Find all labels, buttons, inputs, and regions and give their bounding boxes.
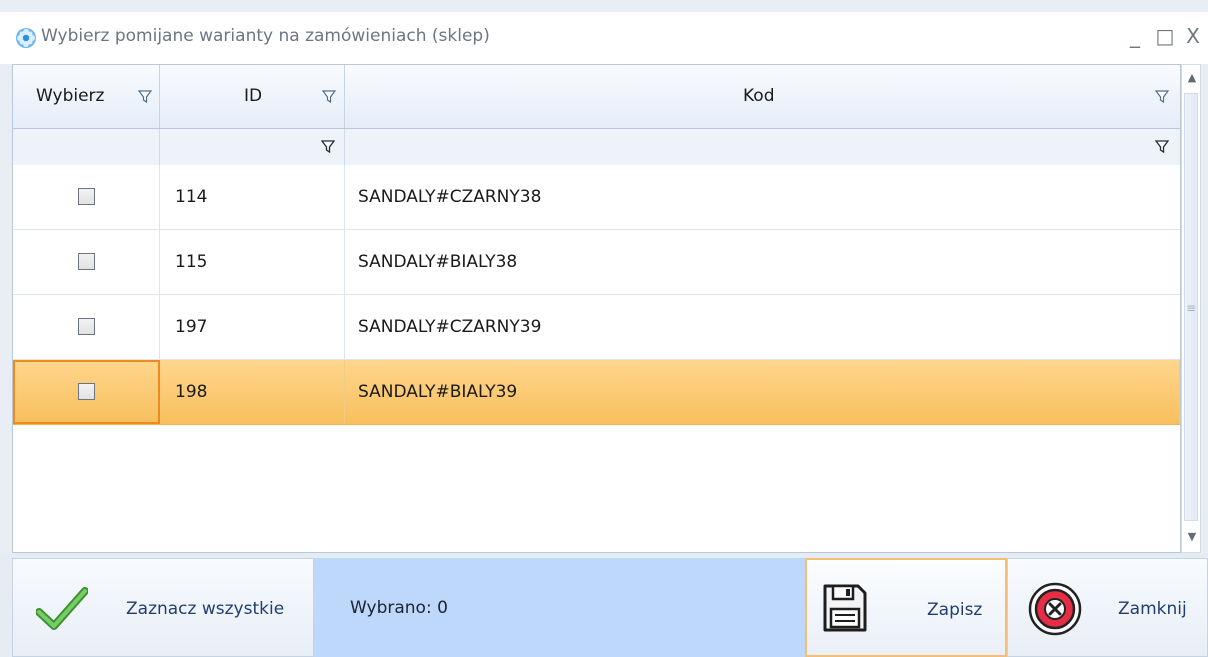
selection-status: Wybrano: 0	[314, 558, 805, 657]
flower-app-icon	[16, 28, 36, 48]
table-row[interactable]: 115 SANDALY#BIALY38	[13, 230, 1180, 295]
scroll-down-arrow-icon[interactable]: ▼	[1186, 530, 1198, 543]
grip-icon: ≡	[1186, 301, 1197, 315]
row-checkbox[interactable]	[78, 383, 95, 400]
row-checkbox[interactable]	[78, 188, 95, 205]
column-label-kod: Kod	[743, 86, 775, 106]
dialog-window: Wybierz pomijane warianty na zamówieniac…	[0, 0, 1208, 657]
close-circle-icon	[1028, 582, 1082, 636]
filter-icon[interactable]	[322, 90, 336, 104]
row-kod: SANDALY#CZARNY38	[358, 187, 542, 207]
row-id: 115	[160, 230, 345, 294]
column-header-kod[interactable]: Kod	[345, 65, 1180, 128]
title-bar: Wybierz pomijane warianty na zamówieniac…	[0, 12, 1208, 64]
save-label: Zapisz	[927, 600, 983, 620]
select-all-button[interactable]: Zaznacz wszystkie	[12, 558, 314, 657]
close-label: Zamknij	[1118, 599, 1187, 619]
footer-bar: Zaznacz wszystkie Wybrano: 0 Zapisz Zamk…	[0, 553, 1208, 657]
column-label-wybierz: Wybierz	[36, 86, 105, 106]
row-checkbox-cell[interactable]	[13, 295, 160, 359]
row-checkbox[interactable]	[78, 318, 95, 335]
grid-header: Wybierz ID Kod	[13, 65, 1180, 129]
variants-grid: Wybierz ID Kod 114 SANDALY#CZARNY38 115 …	[12, 64, 1181, 553]
filter-row	[13, 129, 1180, 166]
row-id: 198	[160, 360, 345, 424]
save-button[interactable]: Zapisz	[805, 558, 1007, 657]
filter-cell-id[interactable]	[160, 129, 345, 165]
row-id: 114	[160, 165, 345, 229]
row-id: 197	[160, 295, 345, 359]
checkmark-icon	[36, 587, 88, 630]
window-title: Wybierz pomijane warianty na zamówieniac…	[41, 26, 490, 46]
row-checkbox-cell[interactable]	[13, 230, 160, 294]
selected-count-text: Wybrano: 0	[350, 598, 448, 618]
filter-icon[interactable]	[1155, 90, 1169, 104]
row-kod: SANDALY#CZARNY39	[358, 317, 542, 337]
filter-icon[interactable]	[138, 90, 152, 104]
maximize-button[interactable]: □	[1154, 25, 1176, 47]
scroll-thumb[interactable]: ≡	[1184, 93, 1198, 521]
row-checkbox-cell[interactable]	[13, 165, 160, 229]
scroll-up-arrow-icon[interactable]: ▲	[1186, 71, 1198, 84]
table-row-selected[interactable]: 198 SANDALY#BIALY39	[13, 360, 1180, 425]
filter-cell-kod[interactable]	[345, 129, 1180, 165]
close-window-button[interactable]: X	[1182, 25, 1204, 47]
row-checkbox[interactable]	[78, 253, 95, 270]
select-all-label: Zaznacz wszystkie	[126, 599, 285, 619]
column-header-wybierz[interactable]: Wybierz	[13, 65, 160, 128]
filter-cell-wybierz[interactable]	[13, 129, 160, 165]
close-button[interactable]: Zamknij	[1007, 558, 1208, 657]
row-kod: SANDALY#BIALY38	[358, 252, 518, 272]
minimize-button[interactable]: _	[1124, 25, 1146, 47]
column-header-id[interactable]: ID	[160, 65, 345, 128]
row-kod: SANDALY#BIALY39	[345, 360, 1180, 424]
filter-icon[interactable]	[321, 140, 335, 154]
table-row[interactable]: 197 SANDALY#CZARNY39	[13, 295, 1180, 360]
vertical-scrollbar[interactable]: ▲ ≡ ▼	[1181, 64, 1201, 553]
floppy-disk-icon	[823, 584, 867, 632]
filter-icon[interactable]	[1155, 140, 1169, 154]
column-label-id: ID	[244, 86, 263, 106]
table-row[interactable]: 114 SANDALY#CZARNY38	[13, 165, 1180, 230]
row-checkbox-cell-focused[interactable]	[13, 360, 160, 424]
